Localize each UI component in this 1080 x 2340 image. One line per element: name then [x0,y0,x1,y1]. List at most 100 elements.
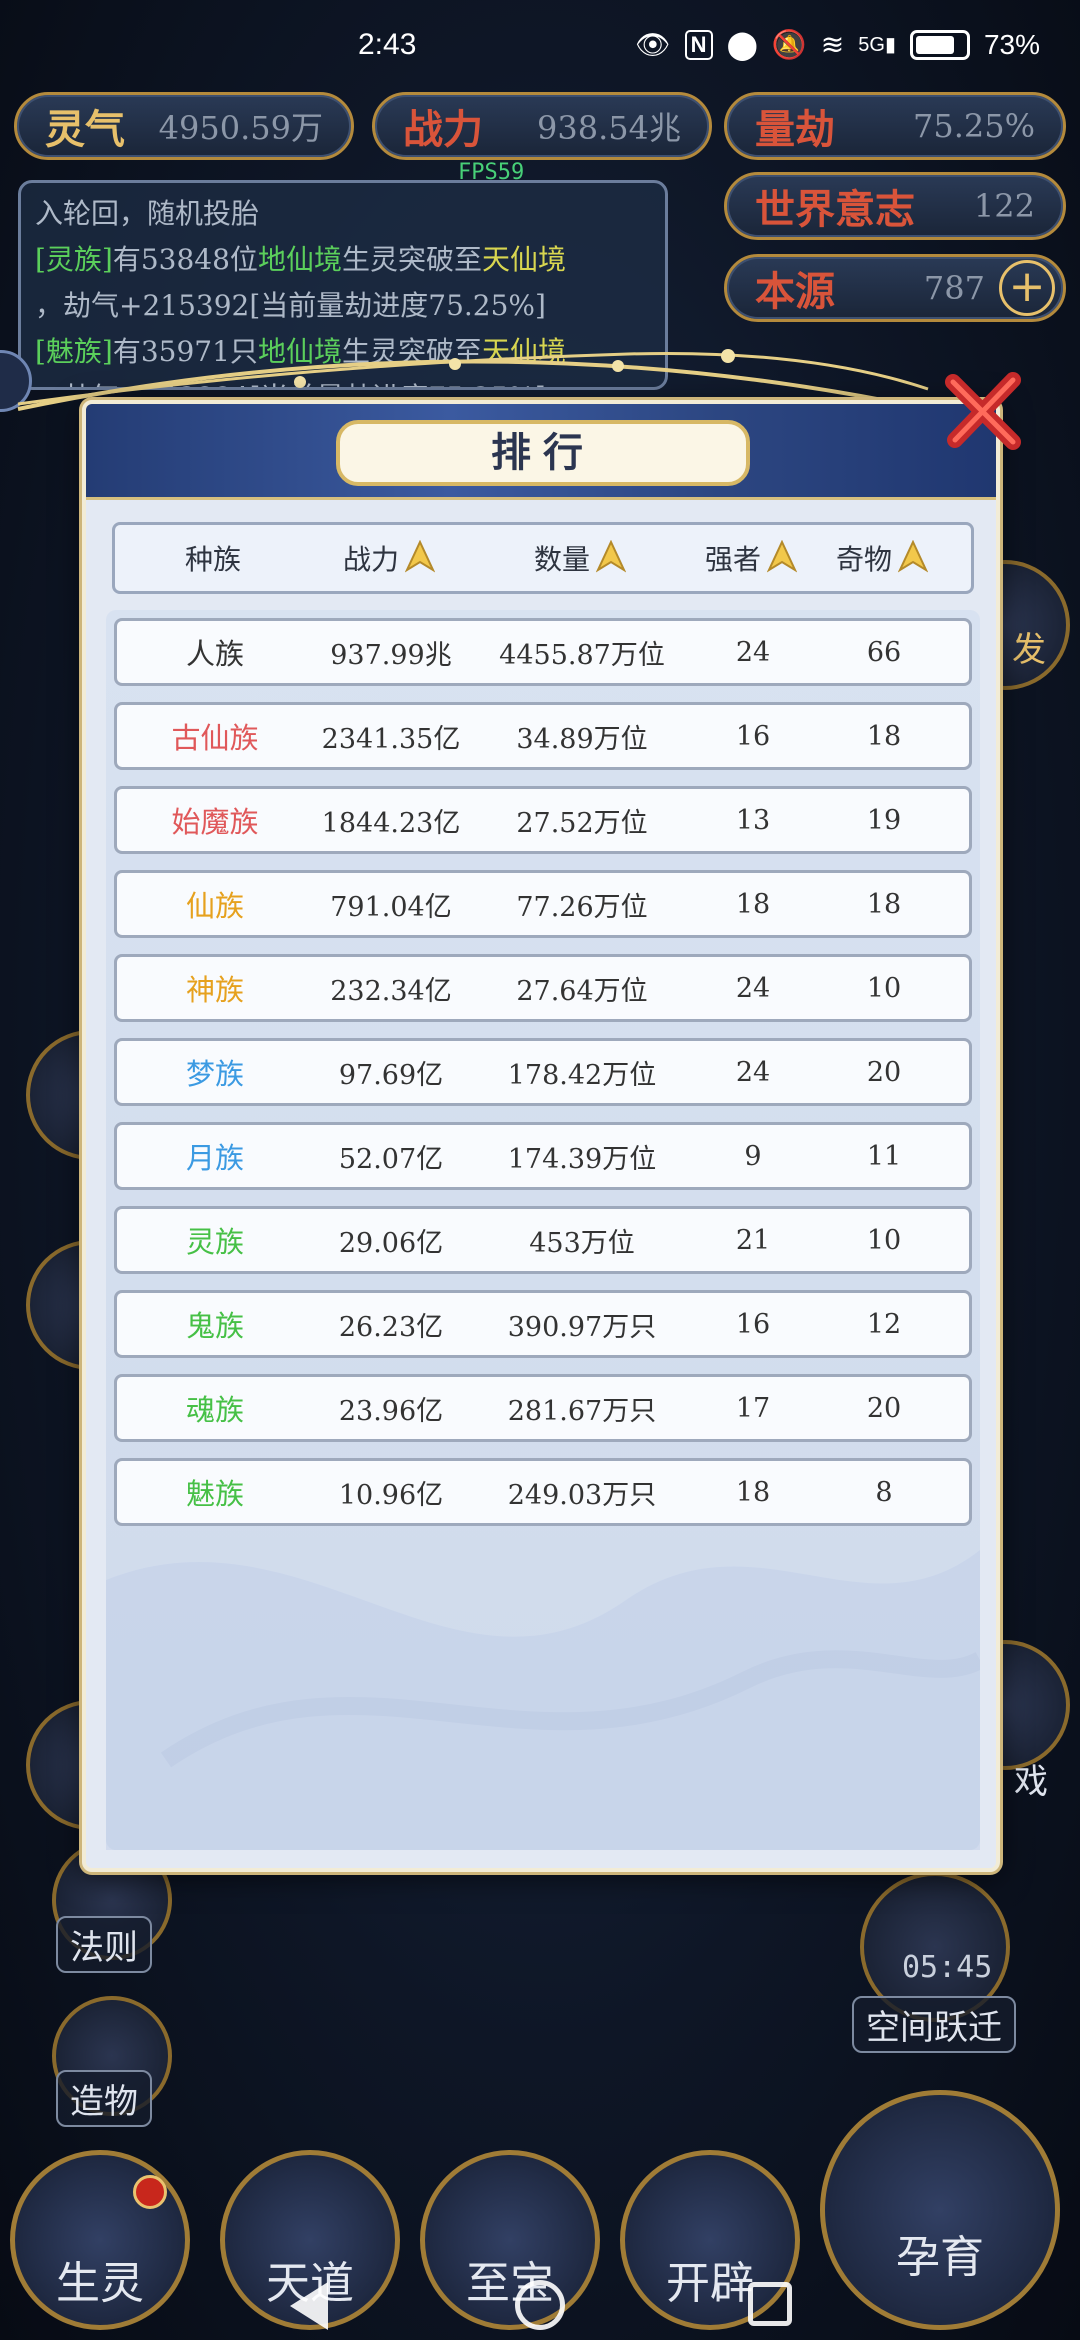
count-cell: 27.64万位 [516,975,648,1007]
count-cell: 281.67万只 [507,1395,657,1427]
sort-strong-button[interactable]: 强者 [693,538,809,578]
ranking-row[interactable]: 古仙族 2341.35亿 34.89万位 16 18 [114,702,972,770]
zhanli-label: 战力 [403,106,483,153]
count-cell: 453万位 [529,1227,635,1259]
header-race: 种族 [115,538,311,578]
treasure-cell: 20 [866,1056,902,1088]
strong-cell: 21 [735,1224,771,1256]
treasure-cell: 20 [866,1392,902,1424]
ranking-list: 人族 937.99兆 4455.87万位 24 66 古仙族 2341.35亿 34.89万位… [106,610,980,1850]
signal-icon: 5G▮ [858,34,896,56]
count-cell: 178.42万位 [507,1059,657,1091]
race-cell: 人族 [185,637,244,671]
treasure-cell: 18 [866,888,902,920]
side-fa-label: 发 [1012,630,1046,670]
status-bar: 2:43 👁 N ⬤ 🔕 ≋ 5G▮ 73% [0,0,1080,96]
nfc-icon: N [684,29,713,60]
strong-cell: 17 [735,1392,771,1424]
ranking-row[interactable]: 月族 52.07亿 174.39万位 9 11 [114,1122,972,1190]
log-text: ，劫气+215392[当前量劫进度75.25%] [35,289,546,322]
race-cell: 月族 [185,1141,244,1175]
count-cell: 249.03万只 [507,1479,657,1511]
header-treasure-label: 奇物 [835,543,892,576]
power-cell: 52.07亿 [338,1143,444,1175]
sort-arrow-icon [898,540,928,573]
close-icon[interactable] [935,362,1031,458]
benyuan-add-button[interactable]: + [999,260,1055,316]
system-nav-bar [0,2270,1080,2340]
treasure-cell: 18 [866,720,902,752]
header-race-label: 种族 [184,543,241,576]
power-cell: 26.23亿 [338,1311,444,1343]
ranking-row[interactable]: 人族 937.99兆 4455.87万位 24 66 [114,618,972,686]
recent-apps-icon[interactable] [748,2282,792,2326]
ranking-row[interactable]: 仙族 791.04亿 77.26万位 18 18 [114,870,972,938]
treasure-cell: 12 [866,1308,902,1340]
location-icon: ⬤ [726,29,758,60]
strong-cell: 9 [744,1140,762,1172]
strong-cell: 16 [735,720,771,752]
count-cell: 27.52万位 [516,807,648,839]
liangjie-pill[interactable]: 量劫 75.25% [724,92,1066,160]
modal-title: 排行 [336,420,750,486]
mute-icon: 🔕 [771,29,807,60]
fazi-label[interactable]: 法则 [56,1916,152,1973]
treasure-cell: 19 [866,804,902,836]
ranking-row[interactable]: 灵族 29.06亿 453万位 21 10 [114,1206,972,1274]
home-icon[interactable] [515,2280,565,2330]
sort-count-button[interactable]: 数量 [467,538,693,578]
sort-power-button[interactable]: 战力 [311,538,467,578]
ranking-row[interactable]: 鬼族 26.23亿 390.97万只 16 12 [114,1290,972,1358]
ranking-row[interactable]: 梦族 97.69亿 178.42万位 24 20 [114,1038,972,1106]
status-icons: 👁 N ⬤ 🔕 ≋ 5G▮ 73% [635,28,1040,61]
power-cell: 97.69亿 [338,1059,444,1091]
ranking-row[interactable]: 魂族 23.96亿 281.67万只 17 20 [114,1374,972,1442]
log-text: 生灵突破至 [341,243,482,276]
count-cell: 390.97万只 [507,1311,657,1343]
ranking-row[interactable]: 魅族 10.96亿 249.03万只 18 8 [114,1458,972,1526]
race-cell: 仙族 [185,889,244,923]
log-realm: 天仙境 [481,243,566,276]
strong-cell: 18 [735,888,771,920]
zaowu-label[interactable]: 造物 [56,2070,152,2127]
log-tag: [灵族] [35,243,113,276]
wifi-icon: ≋ [820,29,845,60]
log-line: [灵族]有53848位地仙境生灵突破至天仙境 [35,237,651,283]
benyuan-value: 787 [923,269,985,307]
lingqi-pill[interactable]: 灵气 4950.59万 [14,92,354,160]
kongjian-label[interactable]: 空间跃迁 [852,1996,1016,2053]
race-cell: 灵族 [185,1225,244,1259]
race-cell: 鬼族 [185,1309,244,1343]
log-realm: 地仙境 [257,243,342,276]
log-line: 入轮回，随机投胎 [35,191,651,237]
power-cell: 791.04亿 [330,891,452,923]
log-line: ，劫气+215392[当前量劫进度75.25%] [35,283,651,329]
ranking-header-row: 种族 战力 数量 强者 奇物 [112,522,974,594]
back-icon[interactable] [290,2282,328,2330]
strong-cell: 24 [735,972,771,1004]
zhanli-value: 938.54兆 [537,109,681,147]
log-text: 有53848位 [112,243,258,276]
battery-icon [909,29,970,60]
sort-treasure-button[interactable]: 奇物 [809,538,955,578]
treasure-cell: 66 [866,636,902,668]
notification-dot [133,2175,167,2209]
shijie-pill[interactable]: 世界意志 122 [724,172,1066,240]
race-cell: 魂族 [185,1393,244,1427]
ranking-modal: 排行 种族 战力 数量 强者 奇物 人族 937.99兆 4455.87万位 24 66… [82,400,1000,1872]
benyuan-pill[interactable]: 本源 787 + [724,254,1066,322]
header-strong-label: 强者 [704,543,761,576]
liangjie-label: 量劫 [755,106,835,153]
race-cell: 神族 [185,973,244,1007]
sort-arrow-icon [767,540,797,573]
kongjian-timer: 05:45 [902,1950,993,1985]
strong-cell: 24 [735,1056,771,1088]
header-count-label: 数量 [533,543,590,576]
ranking-row[interactable]: 始魔族 1844.23亿 27.52万位 13 19 [114,786,972,854]
treasure-cell: 10 [866,1224,902,1256]
ranking-row[interactable]: 神族 232.34亿 27.64万位 24 10 [114,954,972,1022]
zhanli-pill[interactable]: 战力 938.54兆 [372,92,712,160]
lingqi-value: 4950.59万 [158,109,323,147]
power-cell: 2341.35亿 [321,723,461,755]
liangjie-value: 75.25% [912,107,1035,145]
